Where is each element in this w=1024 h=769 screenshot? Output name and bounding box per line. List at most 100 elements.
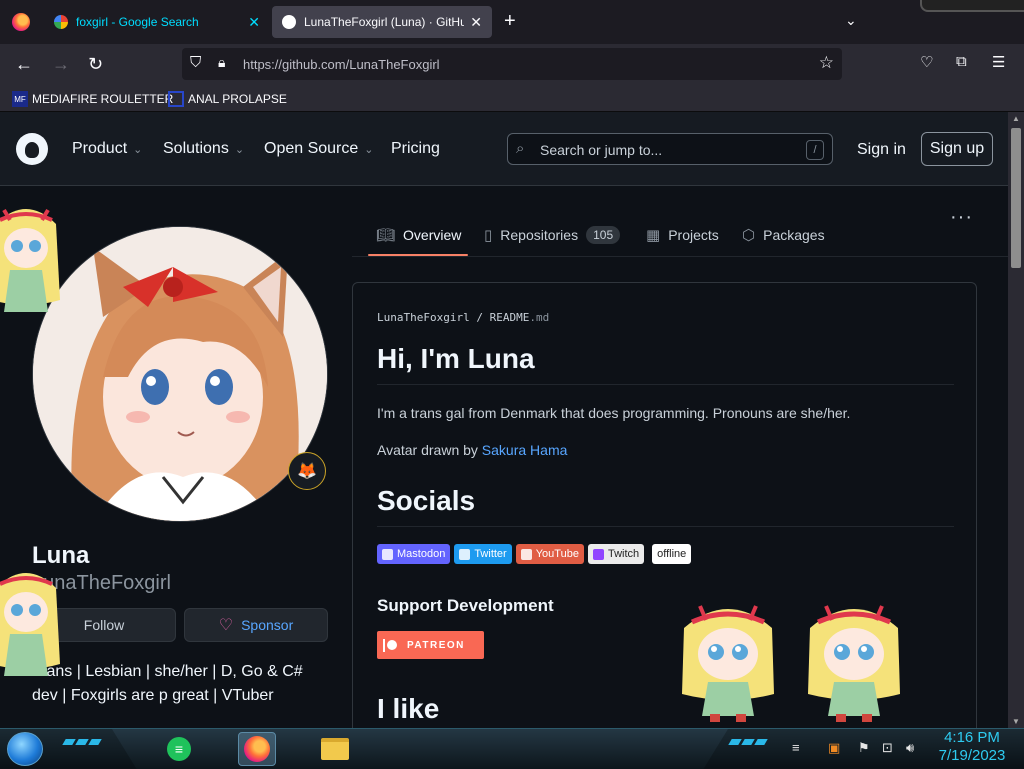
readme-owner-link[interactable]: LunaTheFoxgirl bbox=[377, 311, 470, 324]
taskbar-notes-app[interactable]: ≡ bbox=[160, 732, 198, 766]
profile-bio: Trans | Lesbian | she/her | D, Go & C# d… bbox=[32, 663, 303, 704]
heading-divider bbox=[377, 526, 954, 527]
new-tab-button[interactable]: + bbox=[504, 10, 516, 33]
repositories-count-badge: 105 bbox=[586, 226, 621, 244]
chevron-down-icon: ⌄ bbox=[133, 143, 143, 156]
search-input[interactable]: ⌕ Search or jump to... / bbox=[507, 133, 833, 165]
sponsor-label: Sponsor bbox=[241, 617, 294, 633]
heading-divider bbox=[377, 384, 954, 385]
tab-label: Overview bbox=[403, 227, 462, 243]
pocket-icon[interactable]: ♡ bbox=[920, 53, 933, 71]
patreon-button[interactable]: PATREON bbox=[377, 631, 484, 659]
clock-date: 7/19/2023 bbox=[938, 747, 1006, 764]
mastodon-icon bbox=[382, 548, 393, 560]
forward-arrow-icon[interactable]: → bbox=[52, 54, 70, 75]
flag-action-center-icon[interactable]: ⚑ bbox=[858, 740, 870, 756]
sponsor-button[interactable]: ♡ Sponsor bbox=[184, 608, 328, 642]
hamburger-menu-icon[interactable]: ☰ bbox=[992, 53, 1005, 71]
list-all-tabs-icon[interactable]: ⌄ bbox=[845, 12, 857, 29]
close-tab-icon[interactable]: ✕ bbox=[248, 14, 260, 31]
browser-tab-bar: foxgirl - Google Search ✕ LunaTheFoxgirl… bbox=[0, 0, 1024, 44]
sigma-icon bbox=[168, 91, 184, 107]
tab-projects[interactable]: ▦ Projects bbox=[646, 226, 719, 244]
bookmarks-toolbar: MF MEDIAFIRE ROULETTER ANAL PROLAPSE bbox=[0, 86, 1024, 112]
twitch-status-badge[interactable]: offline bbox=[652, 544, 692, 564]
taskbar-explorer-app[interactable] bbox=[316, 732, 354, 766]
readme-extension: .md bbox=[529, 311, 550, 324]
heart-icon: ♡ bbox=[218, 617, 234, 634]
path-separator: / bbox=[476, 311, 483, 324]
firefox-menu-icon[interactable] bbox=[12, 13, 30, 31]
folder-icon bbox=[321, 738, 349, 760]
tab-github-profile[interactable]: LunaTheFoxgirl (Luna) · GitHub ✕ bbox=[272, 6, 492, 38]
reload-icon[interactable]: ↻ bbox=[88, 54, 103, 75]
bookmark-anal-prolapse[interactable]: ANAL PROLAPSE bbox=[168, 91, 287, 107]
status-emoji-icon[interactable]: 🦊 bbox=[288, 452, 326, 490]
nav-product[interactable]: Product ⌄ bbox=[72, 140, 142, 158]
badge-label: Twitch bbox=[607, 548, 640, 560]
back-arrow-icon[interactable]: ← bbox=[15, 54, 33, 75]
lock-icon[interactable]: 🔒︎ bbox=[218, 54, 225, 71]
readme-filename[interactable]: README bbox=[490, 311, 530, 324]
notes-app-icon: ≡ bbox=[167, 737, 191, 761]
mastodon-badge[interactable]: Mastodon bbox=[377, 544, 451, 564]
chevron-down-icon: ⌄ bbox=[364, 143, 374, 156]
chevron-down-icon: ⌄ bbox=[234, 143, 245, 156]
bookmark-mediafire-rouletter[interactable]: MF MEDIAFIRE ROULETTER bbox=[12, 91, 173, 107]
tab-label: Projects bbox=[668, 227, 719, 243]
star-character-sticker[interactable] bbox=[678, 598, 778, 724]
scroll-up-arrow-icon[interactable]: ▲ bbox=[1012, 114, 1020, 123]
star-character-sticker[interactable] bbox=[804, 598, 904, 724]
package-icon: ⬡ bbox=[742, 227, 756, 244]
bookmark-label: ANAL PROLAPSE bbox=[188, 92, 287, 106]
more-options-icon[interactable]: ··· bbox=[950, 206, 973, 229]
volume-icon[interactable]: 🔊︎ bbox=[906, 740, 914, 756]
page-scrollbar[interactable]: ▲ ▼ bbox=[1008, 112, 1024, 728]
system-clock[interactable]: 4:16 PM 7/19/2023 bbox=[930, 729, 1014, 765]
tab-overview[interactable]: 📖︎ Overview bbox=[376, 226, 461, 244]
github-favicon-icon bbox=[282, 15, 296, 29]
nav-pricing[interactable]: Pricing bbox=[391, 140, 440, 158]
tracking-protection-shield-icon[interactable]: ⛉ bbox=[190, 54, 201, 71]
decorative-lights bbox=[62, 739, 102, 745]
credit-prefix: Avatar drawn by bbox=[377, 442, 482, 458]
scroll-down-arrow-icon[interactable]: ▼ bbox=[1012, 717, 1020, 726]
twitter-badge[interactable]: Twitter bbox=[454, 544, 512, 564]
active-tab-underline bbox=[368, 254, 468, 256]
profile-avatar[interactable] bbox=[32, 226, 328, 522]
url-text[interactable]: https://github.com/LunaTheFoxgirl bbox=[243, 57, 440, 72]
youtube-badge[interactable]: YouTube bbox=[515, 544, 584, 564]
app-tray-icon[interactable]: ▣ bbox=[828, 740, 840, 756]
nav-label: Product bbox=[72, 140, 128, 157]
sign-up-button[interactable]: Sign up bbox=[921, 132, 993, 166]
tab-google-search[interactable]: foxgirl - Google Search ✕ bbox=[44, 6, 270, 38]
window-frame-decoration bbox=[920, 0, 1024, 12]
badge-label: Mastodon bbox=[397, 548, 446, 560]
extensions-icon[interactable]: ⧉ bbox=[956, 53, 967, 70]
twitch-badge[interactable]: Twitch bbox=[587, 544, 645, 564]
star-character-sticker[interactable] bbox=[0, 564, 62, 688]
i-like-heading: I like bbox=[377, 693, 440, 724]
bookmark-star-icon[interactable]: ☆ bbox=[819, 53, 834, 73]
clock-time: 4:16 PM bbox=[944, 729, 1000, 746]
show-hidden-icons-icon[interactable]: ≡ bbox=[792, 740, 800, 755]
avatar-credit: Avatar drawn by Sakura Hama bbox=[377, 442, 567, 458]
sign-in-link[interactable]: Sign in bbox=[857, 141, 906, 159]
start-button-icon[interactable] bbox=[7, 732, 43, 766]
nav-solutions[interactable]: Solutions ⌄ bbox=[163, 140, 244, 158]
bookmark-label: MEDIAFIRE ROULETTER bbox=[32, 92, 174, 106]
tab-repositories[interactable]: ▯ Repositories 105 bbox=[484, 226, 621, 244]
taskbar-firefox-app[interactable] bbox=[238, 732, 276, 766]
address-bar[interactable]: ⛉ 🔒︎ https://github.com/LunaTheFoxgirl ☆ bbox=[182, 48, 842, 80]
avatar-illustration bbox=[33, 227, 327, 521]
network-icon[interactable]: ⊡ bbox=[882, 740, 893, 756]
close-tab-icon[interactable]: ✕ bbox=[470, 14, 482, 31]
github-logo-icon[interactable] bbox=[16, 133, 48, 165]
star-character-sticker[interactable] bbox=[0, 200, 62, 324]
sakura-hama-link[interactable]: Sakura Hama bbox=[482, 442, 568, 458]
tab-packages[interactable]: ⬡ Packages bbox=[742, 226, 825, 244]
tab-title: foxgirl - Google Search bbox=[76, 15, 199, 29]
social-badges: Mastodon Twitter YouTube Twitch offline bbox=[377, 544, 692, 564]
scrollbar-thumb[interactable] bbox=[1011, 128, 1021, 268]
nav-open-source[interactable]: Open Source ⌄ bbox=[264, 140, 374, 158]
